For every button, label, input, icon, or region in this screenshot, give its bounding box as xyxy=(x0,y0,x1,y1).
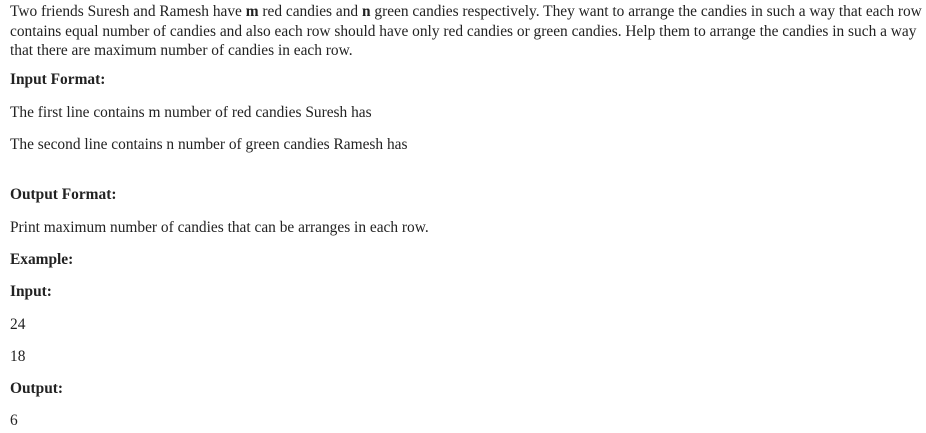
example-output-value: 6 xyxy=(10,412,18,429)
example-output-heading: Output: xyxy=(10,380,64,397)
example-input-value-1: 24 xyxy=(10,316,26,333)
output-format-heading: Output Format: xyxy=(10,186,117,203)
example-input-value-2: 18 xyxy=(10,348,26,365)
variable-m: m xyxy=(245,3,259,20)
problem-description: Two friends Suresh and Ramesh have m red… xyxy=(10,2,922,61)
intro-text-1: Two friends Suresh and Ramesh have xyxy=(10,3,246,20)
input-format-line-2: The second line contains n number of gre… xyxy=(10,136,408,153)
problem-statement: Two friends Suresh and Ramesh have m red… xyxy=(0,0,926,433)
variable-n: n xyxy=(361,3,371,20)
intro-text-2: red candies and xyxy=(258,3,362,20)
input-format-heading: Input Format: xyxy=(10,71,106,88)
example-input-heading: Input: xyxy=(10,283,52,300)
output-format-line-1: Print maximum number of candies that can… xyxy=(10,219,429,236)
example-heading: Example: xyxy=(10,251,74,268)
input-format-line-1: The first line contains m number of red … xyxy=(10,104,372,121)
